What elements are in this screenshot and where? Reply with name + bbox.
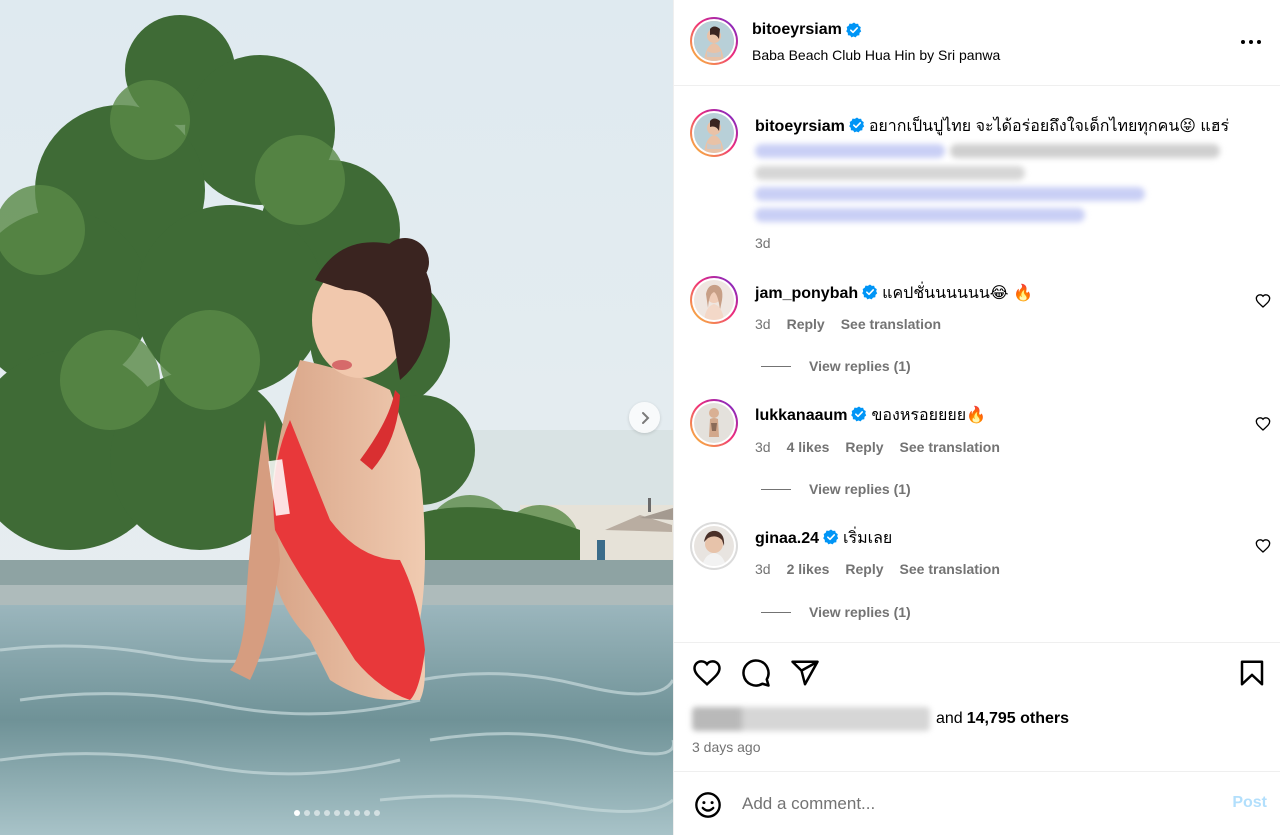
comment-avatar[interactable] <box>690 276 738 324</box>
comment-text: แคปชั่นนนนนน😂 🔥 <box>882 285 1033 302</box>
carousel-dot <box>313 810 320 816</box>
comment-text: ของหรอยยยย🔥 <box>871 407 987 424</box>
divider <box>761 488 791 490</box>
verified-badge-icon <box>846 22 862 38</box>
likes-summary[interactable]: and 14,795 others <box>692 707 1069 731</box>
comment-input[interactable] <box>742 790 1212 818</box>
view-replies-button[interactable]: View replies (1) <box>761 604 911 620</box>
carousel-dot <box>303 810 310 816</box>
reply-button[interactable]: Reply <box>787 316 825 332</box>
like-comment-heart-icon[interactable] <box>1255 293 1271 309</box>
verified-badge-icon <box>862 284 878 300</box>
comment-time: 3d <box>755 439 771 455</box>
instagram-post-modal: bitoeyrsiam Baba Beach Club Hua Hin by S… <box>0 0 1280 835</box>
carousel-dot <box>343 810 350 816</box>
save-bookmark-icon[interactable] <box>1237 658 1267 688</box>
post-photo <box>0 0 673 835</box>
more-options-button[interactable] <box>1239 32 1263 52</box>
caption-time: 3d <box>755 235 771 251</box>
comment-username[interactable]: lukkanaaum <box>755 407 847 424</box>
comment-meta: 3d 4 likes Reply See translation <box>755 439 1000 455</box>
view-replies-button[interactable]: View replies (1) <box>761 358 911 374</box>
comment-text: เริ่มเลย <box>843 530 893 547</box>
divider <box>761 611 791 613</box>
comment-time: 3d <box>755 316 771 332</box>
emoji-smiley-icon[interactable] <box>694 791 722 819</box>
like-heart-icon[interactable] <box>692 658 722 688</box>
view-replies-label: View replies (1) <box>809 358 911 374</box>
comment-item: lukkanaaum ของหรอยยยย🔥 <box>755 405 986 427</box>
comment-likes[interactable]: 2 likes <box>787 561 830 577</box>
comment-bubble-icon[interactable] <box>741 658 771 688</box>
post-media[interactable] <box>0 0 673 835</box>
verified-badge-icon <box>823 529 839 545</box>
liked-by-blurred <box>692 707 930 731</box>
author-username[interactable]: bitoeyrsiam <box>752 21 842 39</box>
carousel-dot <box>353 810 360 816</box>
carousel-dot <box>373 810 380 816</box>
view-replies-label: View replies (1) <box>809 481 911 497</box>
comment-username[interactable]: jam_ponybah <box>755 285 858 302</box>
caption-username[interactable]: bitoeyrsiam <box>755 118 845 135</box>
carousel-dot <box>323 810 330 816</box>
caption-text: อยากเป็นปูไทย จะได้อร่อยถึงใจเด็กไทยทุกค… <box>868 118 1230 135</box>
comment-likes[interactable]: 4 likes <box>787 439 830 455</box>
see-translation-button[interactable]: See translation <box>900 439 1000 455</box>
caption-meta: 3d <box>755 235 771 251</box>
comment-time: 3d <box>755 561 771 577</box>
like-comment-heart-icon[interactable] <box>1255 538 1271 554</box>
carousel-dot <box>333 810 340 816</box>
carousel-dot <box>363 810 370 816</box>
view-replies-button[interactable]: View replies (1) <box>761 481 911 497</box>
like-comment-heart-icon[interactable] <box>1255 416 1271 432</box>
caption-author-avatar[interactable] <box>690 109 738 157</box>
comment-username[interactable]: ginaa.24 <box>755 530 819 547</box>
comment-avatar[interactable] <box>690 522 738 570</box>
caption: bitoeyrsiam อยากเป็นปูไทย จะได้อร่อยถึงใจ… <box>755 116 1265 138</box>
more-horizontal-icon <box>1241 40 1261 44</box>
verified-badge-icon <box>849 117 865 133</box>
share-send-icon[interactable] <box>790 658 820 688</box>
post-side-panel: bitoeyrsiam Baba Beach Club Hua Hin by S… <box>673 0 1280 835</box>
reply-button[interactable]: Reply <box>845 561 883 577</box>
see-translation-button[interactable]: See translation <box>841 316 941 332</box>
post-comment-button[interactable]: Post <box>1232 794 1267 812</box>
post-location[interactable]: Baba Beach Club Hua Hin by Sri panwa <box>752 47 1000 63</box>
post-timestamp[interactable]: 3 days ago <box>692 739 761 755</box>
see-translation-button[interactable]: See translation <box>900 561 1000 577</box>
comment-avatar[interactable] <box>690 399 738 447</box>
carousel-indicator <box>0 810 673 816</box>
reply-button[interactable]: Reply <box>845 439 883 455</box>
carousel-next-button[interactable] <box>629 402 660 433</box>
comments-section[interactable]: bitoeyrsiam อยากเป็นปูไทย จะได้อร่อยถึงใจ… <box>674 87 1280 642</box>
likes-and-label: and <box>936 710 963 727</box>
comment-item: ginaa.24 เริ่มเลย <box>755 528 892 550</box>
author-avatar[interactable] <box>690 17 738 65</box>
comment-meta: 3d 2 likes Reply See translation <box>755 561 1000 577</box>
comment-item: jam_ponybah แคปชั่นนนนนน😂 🔥 <box>755 283 1033 305</box>
carousel-dot <box>293 810 300 816</box>
divider <box>761 365 791 367</box>
chevron-right-icon <box>641 411 649 424</box>
post-header: bitoeyrsiam Baba Beach Club Hua Hin by S… <box>674 0 1280 86</box>
view-replies-label: View replies (1) <box>809 604 911 620</box>
post-actions: and 14,795 others 3 days ago <box>674 642 1280 770</box>
verified-badge-icon <box>851 406 867 422</box>
add-comment-bar: Post <box>674 771 1280 835</box>
comment-meta: 3d Reply See translation <box>755 316 941 332</box>
likes-count[interactable]: 14,795 others <box>967 710 1069 728</box>
